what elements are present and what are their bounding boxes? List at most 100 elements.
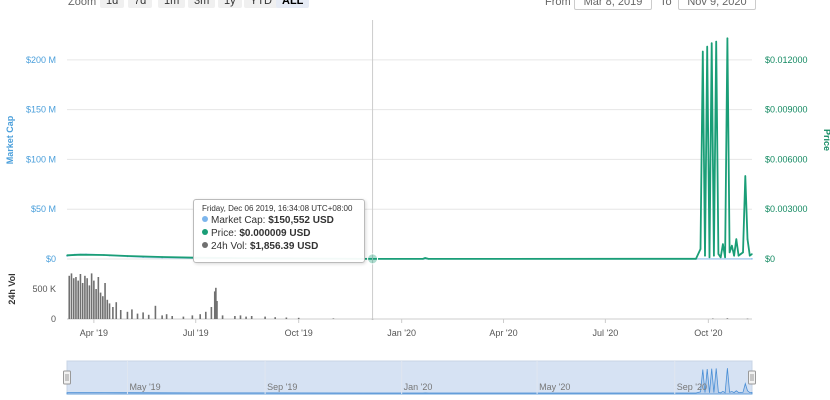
navigator-tick-label: Sep '20 (677, 382, 707, 392)
price-point (728, 251, 731, 254)
tooltip-price-label: Price: (211, 228, 237, 239)
price-point (715, 40, 717, 43)
volume-bar (88, 285, 91, 319)
market-cap-axis: $0 $50 M $100 M $150 M $200 M Market Cap (5, 55, 56, 264)
volume-bar (70, 273, 73, 319)
price-point (103, 254, 105, 256)
price-point (713, 254, 715, 257)
left-tick-label: $200 M (26, 55, 56, 65)
volume-bar (297, 317, 300, 319)
price-point (751, 253, 753, 255)
price-point (731, 244, 733, 247)
chart-tooltip: Friday, Dec 06 2019, 16:34:08 UTC+08:00 … (193, 199, 365, 263)
x-tick-label: Jul '20 (593, 328, 619, 338)
volume-bar (97, 277, 100, 319)
navigator-right-handle[interactable] (748, 370, 756, 385)
volume-bar (108, 303, 111, 319)
tooltip-market-cap-value: $150,552 USD (268, 215, 334, 226)
price-point (708, 256, 711, 259)
volume-axis: 0 500 K 24h Vol (7, 273, 56, 324)
price-point (733, 254, 735, 257)
navigator-tick-label: May '19 (129, 382, 160, 392)
volume-bar (234, 316, 236, 319)
price-point (706, 45, 709, 48)
volume-bar (147, 314, 150, 319)
volume-tick-label: 500 K (32, 284, 56, 294)
x-tick-label: Apr '19 (80, 328, 108, 338)
volume-tick-label: 0 (51, 314, 56, 324)
price-point (748, 254, 751, 257)
left-tick-label: $100 M (26, 154, 56, 164)
tooltip-date: Friday, Dec 06 2019, 16:34:08 UTC+08:00 (202, 204, 353, 213)
volume-dot-icon (202, 242, 208, 248)
volume-axis-title: 24h Vol (7, 273, 17, 304)
volume-bar (154, 305, 157, 319)
price-point (422, 258, 424, 260)
x-tick-label: Jan '20 (387, 328, 416, 338)
volume-bar (104, 283, 106, 319)
volume-bar (68, 275, 71, 319)
volume-bar (131, 309, 133, 319)
left-axis-title: Market Cap (5, 115, 15, 164)
price-point (742, 251, 744, 254)
volume-bar (112, 307, 114, 319)
volume-bar (81, 283, 84, 319)
volume-bar (250, 316, 253, 319)
volume-bar (136, 313, 139, 319)
price-point (724, 256, 726, 259)
volume-bar (102, 296, 104, 319)
price-point (126, 255, 129, 257)
volume-bar (182, 316, 185, 319)
price-point (746, 238, 749, 240)
volume-bar (90, 273, 93, 319)
volume-bar (216, 301, 218, 319)
price-point (424, 257, 426, 259)
volume-bar (99, 292, 102, 319)
volume-bars (68, 273, 749, 320)
volume-bar (285, 317, 288, 319)
volume-bar (79, 274, 82, 319)
right-tick-label: $0.006000 (765, 154, 808, 164)
x-tick-label: Oct '19 (285, 328, 313, 338)
price-point (722, 243, 724, 245)
price-point (699, 248, 702, 250)
crosshair-marker (367, 253, 379, 265)
price-chart[interactable]: $0$50 M$100 M$150 M$200 MMarket Cap $0$0… (0, 0, 830, 400)
volume-bar (165, 314, 168, 319)
navigator-tick-label: Sep '19 (267, 382, 297, 392)
price-point (704, 254, 706, 257)
tooltip-volume: 24h Vol: $1,856.39 USD (202, 241, 318, 252)
volume-bar (95, 289, 97, 319)
tooltip-market-cap-label: Market Cap: (211, 215, 266, 226)
right-tick-label: $0.003000 (765, 204, 808, 214)
volume-bar (84, 275, 86, 319)
navigator-left-handle[interactable] (63, 370, 71, 385)
price-point (695, 258, 697, 260)
volume-bar (72, 278, 75, 319)
tooltip-price-value: $0.000009 USD (239, 228, 311, 239)
volume-bar (199, 314, 201, 319)
price-point (710, 42, 713, 45)
left-tick-label: $0 (46, 254, 56, 264)
price-point (427, 258, 430, 260)
price-dot-icon (202, 229, 208, 235)
volume-bar (210, 307, 213, 319)
volume-bar (239, 315, 242, 319)
navigator-tick-label: Jan '20 (404, 382, 433, 392)
volume-bar (274, 317, 276, 319)
volume-bar (106, 299, 109, 319)
tooltip-market-cap: Market Cap: $150,552 USD (202, 215, 334, 226)
right-tick-label: $0.012000 (765, 55, 808, 65)
series-layer (66, 37, 753, 260)
handle-body (748, 370, 756, 385)
volume-bar (746, 318, 749, 320)
price-point (79, 253, 82, 256)
volume-bar (142, 312, 144, 319)
volume-bar (161, 315, 163, 319)
price-line (66, 37, 753, 260)
right-tick-label: $0 (765, 254, 775, 264)
market-cap-dot-icon (202, 216, 208, 222)
volume-bar (126, 311, 129, 319)
volume-bar (115, 302, 118, 319)
right-tick-label: $0.009000 (765, 105, 808, 115)
